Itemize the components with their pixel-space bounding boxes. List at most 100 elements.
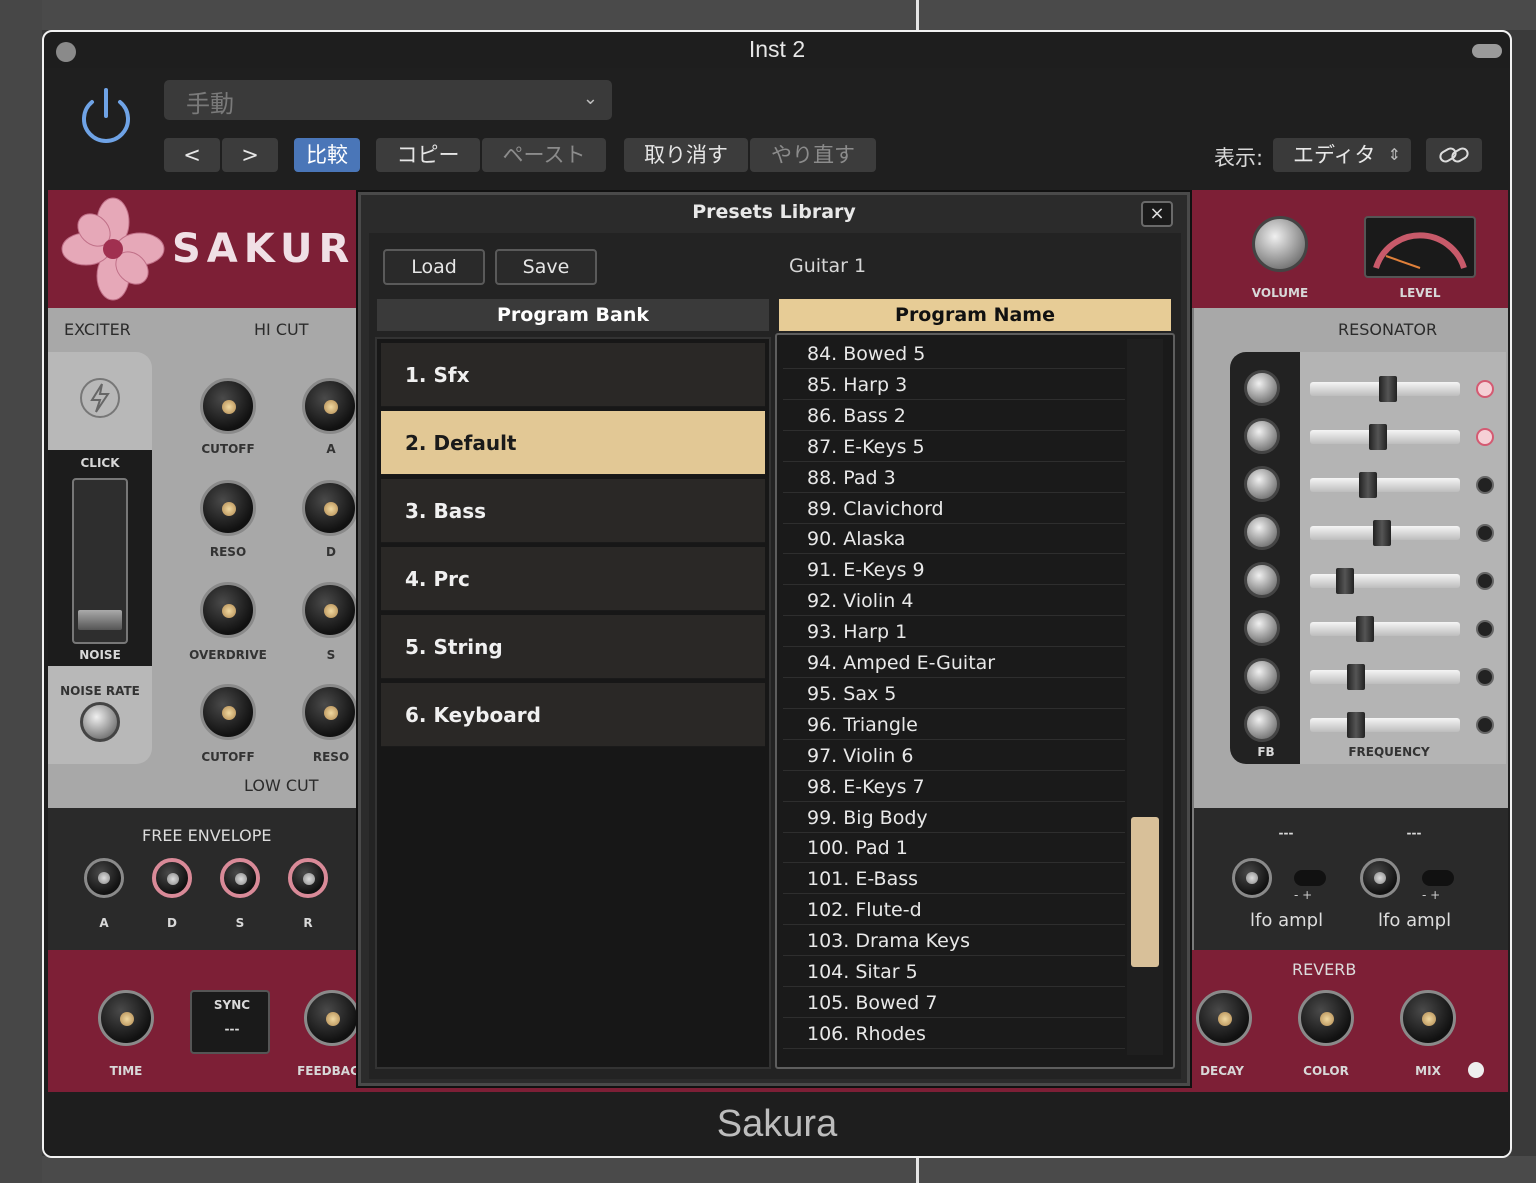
resonator-frequency-slider[interactable]	[1310, 520, 1460, 546]
reverb-decay-knob[interactable]	[1196, 990, 1252, 1046]
sustain-knob[interactable]	[302, 582, 358, 638]
prev-preset-button[interactable]: <	[164, 138, 220, 172]
resonator-enable-led[interactable]	[1476, 572, 1494, 590]
bank-item[interactable]: 3. Bass	[381, 479, 765, 543]
lightning-icon[interactable]	[78, 376, 122, 420]
lfo1-knob[interactable]	[1232, 858, 1272, 898]
program-item[interactable]: 87. E-Keys 5	[783, 432, 1125, 462]
bank-item[interactable]: 5. String	[381, 615, 765, 679]
next-preset-button[interactable]: >	[222, 138, 278, 172]
power-icon[interactable]	[74, 84, 138, 148]
resonator-frequency-slider[interactable]	[1310, 472, 1460, 498]
dialog-close-button[interactable]: ×	[1141, 201, 1173, 227]
program-item[interactable]: 101. E-Bass	[783, 864, 1125, 895]
env-d-knob[interactable]	[152, 858, 192, 898]
resonator-enable-led[interactable]	[1476, 668, 1494, 686]
resonator-enable-led[interactable]	[1476, 428, 1494, 446]
program-item[interactable]: 91. E-Keys 9	[783, 555, 1125, 586]
save-button[interactable]: Save	[495, 249, 597, 285]
resonator-fb-knob[interactable]	[1244, 466, 1280, 502]
program-item[interactable]: 98. E-Keys 7	[783, 772, 1125, 802]
window-resize-button[interactable]	[1472, 44, 1502, 58]
feedback-knob[interactable]	[304, 990, 360, 1046]
resonator-frequency-slider[interactable]	[1310, 424, 1460, 450]
lfo2-toggle[interactable]	[1422, 870, 1454, 886]
lowcut-cutoff-knob[interactable]	[200, 684, 256, 740]
resonator-frequency-slider[interactable]	[1310, 712, 1460, 738]
program-item[interactable]: 100. Pad 1	[783, 833, 1125, 864]
program-item[interactable]: 102. Flute-d	[783, 895, 1125, 926]
delay-time-knob[interactable]	[98, 990, 154, 1046]
program-item[interactable]: 105. Bowed 7	[783, 988, 1125, 1018]
volume-knob[interactable]	[1252, 216, 1308, 272]
bank-item[interactable]: 2. Default	[381, 411, 765, 475]
slider-thumb[interactable]	[1378, 376, 1397, 402]
resonator-enable-led[interactable]	[1476, 716, 1494, 734]
program-item[interactable]: 103. Drama Keys	[783, 926, 1125, 957]
slider-thumb[interactable]	[78, 610, 122, 630]
hicut-reso-knob[interactable]	[200, 480, 256, 536]
slider-thumb[interactable]	[1346, 664, 1365, 690]
program-item[interactable]: 86. Bass 2	[783, 401, 1125, 431]
resonator-frequency-slider[interactable]	[1310, 664, 1460, 690]
program-list-scrollbar[interactable]	[1127, 339, 1163, 1055]
program-item[interactable]: 106. Rhodes	[783, 1019, 1125, 1049]
paste-button[interactable]: ペースト	[482, 138, 606, 172]
resonator-fb-knob[interactable]	[1244, 514, 1280, 550]
resonator-fb-knob[interactable]	[1244, 370, 1280, 406]
program-item[interactable]: 97. Violin 6	[783, 741, 1125, 771]
slider-thumb[interactable]	[1373, 520, 1392, 546]
load-button[interactable]: Load	[383, 249, 485, 285]
resonator-fb-knob[interactable]	[1244, 562, 1280, 598]
preset-dropdown[interactable]: 手動 ⌄	[164, 80, 612, 120]
slider-thumb[interactable]	[1356, 616, 1375, 642]
resonator-enable-led[interactable]	[1476, 524, 1494, 542]
slider-thumb[interactable]	[1336, 568, 1355, 594]
overdrive-knob[interactable]	[200, 582, 256, 638]
program-item[interactable]: 84. Bowed 5	[783, 339, 1125, 369]
undo-button[interactable]: 取り消す	[624, 138, 748, 172]
noise-rate-knob[interactable]	[80, 702, 120, 742]
lfo1-toggle[interactable]	[1294, 870, 1326, 886]
click-noise-slider[interactable]	[72, 478, 128, 644]
program-item[interactable]: 85. Harp 3	[783, 370, 1125, 400]
slider-thumb[interactable]	[1346, 712, 1365, 738]
attack-knob[interactable]	[302, 378, 358, 434]
env-a-knob[interactable]	[84, 858, 124, 898]
program-item[interactable]: 94. Amped E-Guitar	[783, 648, 1125, 678]
bank-item[interactable]: 1. Sfx	[381, 343, 765, 407]
scrollbar-thumb[interactable]	[1131, 817, 1159, 968]
resonator-fb-knob[interactable]	[1244, 658, 1280, 694]
reverb-mix-knob[interactable]	[1400, 990, 1456, 1046]
resonator-enable-led[interactable]	[1476, 380, 1494, 398]
resonator-fb-knob[interactable]	[1244, 706, 1280, 742]
reverb-color-knob[interactable]	[1298, 990, 1354, 1046]
resonator-fb-knob[interactable]	[1244, 418, 1280, 454]
program-item[interactable]: 96. Triangle	[783, 710, 1125, 740]
lowcut-reso-knob[interactable]	[302, 684, 358, 740]
program-item[interactable]: 104. Sitar 5	[783, 957, 1125, 987]
hicut-cutoff-knob[interactable]	[200, 378, 256, 434]
program-item[interactable]: 88. Pad 3	[783, 463, 1125, 493]
resonator-enable-led[interactable]	[1476, 620, 1494, 638]
decay-knob[interactable]	[302, 480, 358, 536]
slider-thumb[interactable]	[1358, 472, 1377, 498]
compare-button[interactable]: 比較	[294, 138, 360, 172]
program-item[interactable]: 89. Clavichord	[783, 494, 1125, 524]
program-item[interactable]: 99. Big Body	[783, 803, 1125, 833]
env-s-knob[interactable]	[220, 858, 260, 898]
view-select[interactable]: エディタ ⇕	[1273, 138, 1411, 172]
resonator-frequency-slider[interactable]	[1310, 616, 1460, 642]
program-item[interactable]: 93. Harp 1	[783, 617, 1125, 648]
bank-item[interactable]: 6. Keyboard	[381, 683, 765, 747]
slider-thumb[interactable]	[1369, 424, 1388, 450]
resonator-fb-knob[interactable]	[1244, 610, 1280, 646]
reverb-power-led[interactable]	[1468, 1062, 1484, 1078]
redo-button[interactable]: やり直す	[750, 138, 876, 172]
copy-button[interactable]: コピー	[376, 138, 480, 172]
resonator-enable-led[interactable]	[1476, 476, 1494, 494]
link-button[interactable]	[1426, 138, 1482, 172]
resonator-frequency-slider[interactable]	[1310, 376, 1460, 402]
bank-item[interactable]: 4. Prc	[381, 547, 765, 611]
env-r-knob[interactable]	[288, 858, 328, 898]
